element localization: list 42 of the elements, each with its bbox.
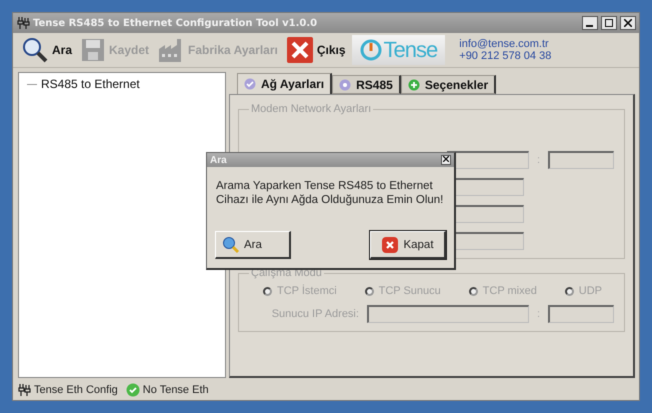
port-field[interactable] (548, 151, 614, 169)
dialog-button[interactable]: Kapat (370, 231, 446, 259)
tab[interactable]: Seçenekler (400, 75, 496, 94)
toolbar-button[interactable]: Çıkış (284, 36, 348, 64)
close-icon (624, 19, 632, 27)
plug-icon (17, 383, 31, 397)
maximize-button[interactable] (601, 16, 617, 30)
power-icon (360, 39, 382, 61)
input-field[interactable] (366, 305, 529, 323)
contact-text: info@tense.com.tr (459, 38, 550, 50)
port-field[interactable] (548, 305, 614, 323)
status-item: No Tense Eth (126, 383, 209, 397)
dialog-button[interactable]: Ara (215, 231, 291, 259)
search-icon (222, 236, 240, 254)
logo: Tense (352, 35, 446, 65)
separator-text: : (536, 154, 540, 166)
plus-icon (408, 78, 420, 90)
plug-icon (16, 16, 30, 30)
tab[interactable]: Ağ Ayarları (237, 73, 332, 94)
maximize-icon (605, 19, 613, 27)
window-title: Tense RS485 to Ethernet Configuration Tool v1.0.0 (33, 18, 318, 28)
close-button[interactable] (620, 16, 636, 30)
group-title: Modem Network Ayarları (250, 103, 372, 115)
check-icon (244, 78, 256, 90)
tab[interactable]: RS485 (332, 75, 401, 94)
field-label: Sunucu IP Adresi: (272, 308, 359, 320)
tree-item[interactable]: RS485 to Ethernet (27, 77, 217, 91)
check-icon (126, 383, 140, 397)
dialog-title: Ara (210, 154, 227, 166)
disc-icon (339, 78, 352, 90)
dialog-message: Arama Yaparken Tense RS485 to Ethernet Cihazı ile Aynı Ağda Olduğunuza Emin Olun! (216, 179, 444, 207)
close-button[interactable] (441, 155, 451, 165)
minimize-button[interactable] (582, 16, 598, 30)
separator-text: : (536, 308, 540, 320)
close-icon (286, 36, 314, 64)
close-icon (443, 156, 449, 162)
search-icon (21, 36, 49, 64)
status-item: Tense Eth Config (17, 383, 118, 397)
close-icon (381, 236, 400, 254)
floppy-icon (80, 37, 106, 63)
contact-text: +90 212 578 04 38 (459, 50, 552, 62)
toolbar-button[interactable]: Ara (19, 36, 74, 64)
